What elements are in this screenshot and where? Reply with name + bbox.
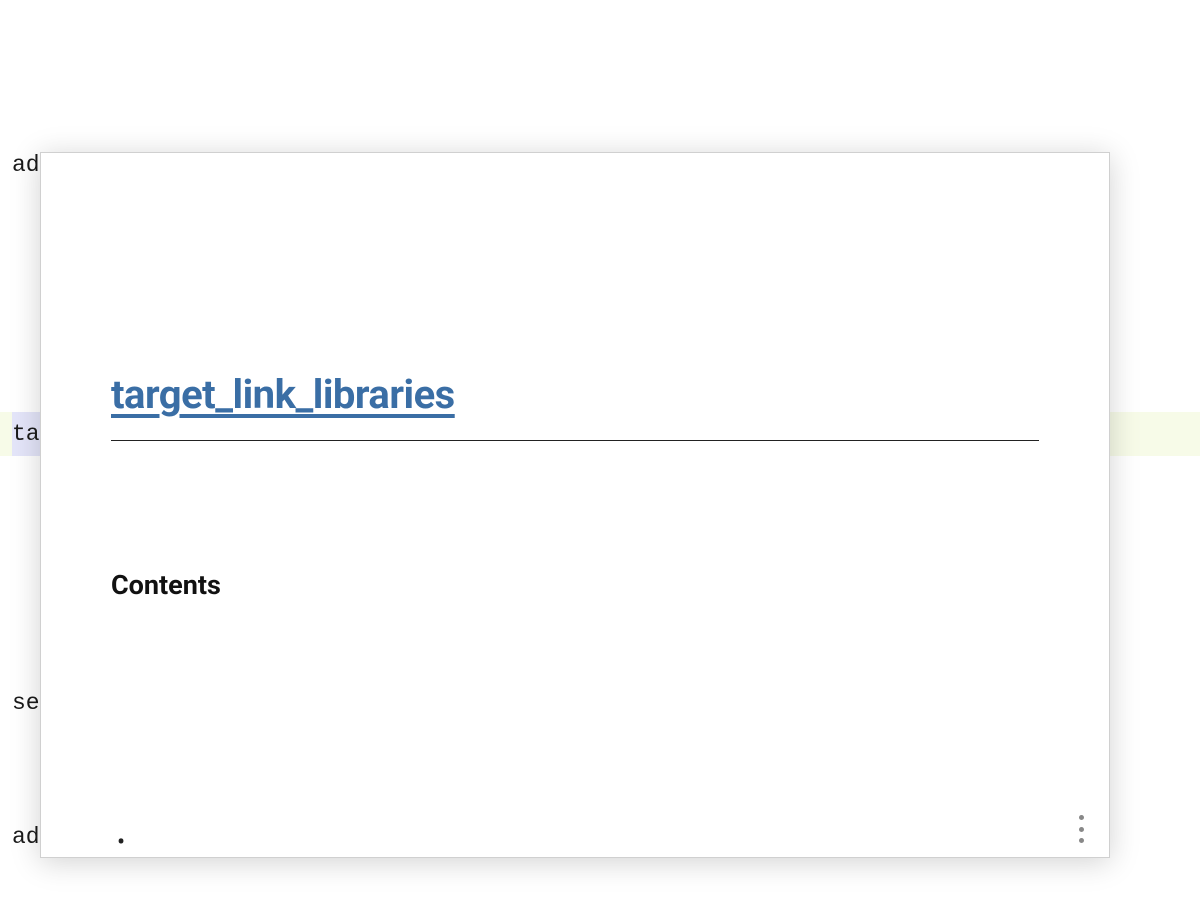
code-editor[interactable]: add_library(arkanoidLib Ball.cpp Ball.h … — [0, 0, 1200, 900]
popup-contents-heading: Contents — [111, 559, 1039, 612]
toc-item-l1: target_link_libraries — [111, 819, 1039, 858]
kebab-menu-icon[interactable] — [1071, 815, 1091, 843]
popup-title[interactable]: target_link_libraries — [111, 356, 1039, 441]
toc: target_link_libraries Overview Libraries… — [111, 729, 1039, 858]
documentation-popup[interactable]: target_link_libraries Contents target_li… — [40, 152, 1110, 858]
